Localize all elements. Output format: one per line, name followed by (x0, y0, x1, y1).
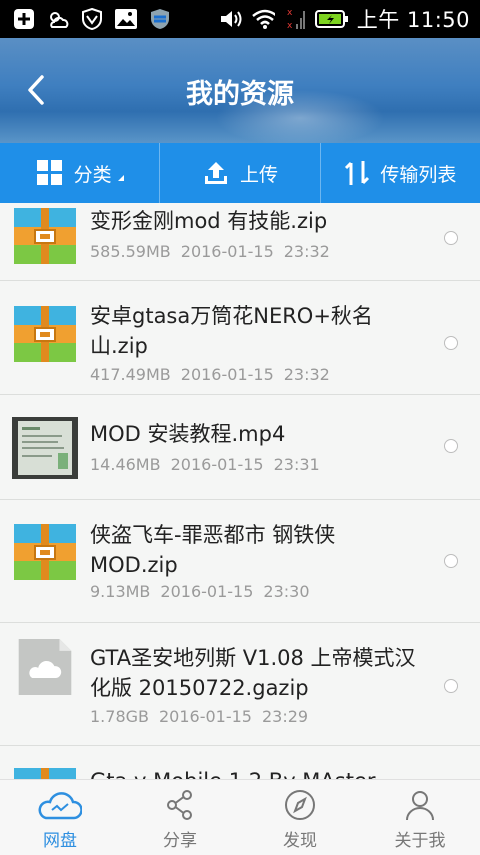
file-item[interactable]: GTA圣安地列斯 V1.08 上帝模式汉化版 20150722.gazip 1.… (0, 623, 480, 746)
file-meta: 14.46MB 2016-01-15 23:31 (90, 455, 330, 474)
nav-netdisk[interactable]: 网盘 (0, 780, 120, 855)
file-time: 23:32 (283, 365, 330, 384)
upload-icon (204, 162, 227, 184)
nav-about-me[interactable]: 关于我 (360, 780, 480, 855)
select-radio[interactable] (444, 439, 458, 453)
security-app-icon (148, 7, 172, 31)
file-name: 侠盗飞车-罪恶都市 钢铁侠MOD.zip (90, 523, 336, 577)
bottom-navigation: 网盘 分享 发现 关于我 (0, 779, 480, 855)
header-bar: 我的资源 (0, 38, 480, 143)
file-size: 585.59MB (90, 242, 171, 261)
status-bar: xx 上午 11:50 (0, 0, 480, 38)
file-meta: 417.49MB 2016-01-15 23:32 (90, 365, 340, 384)
battery-icon (314, 7, 349, 31)
vpn-shield-icon (80, 7, 104, 31)
file-name: 安卓gtasa万筒花NERO+秋名山.zip (90, 304, 373, 358)
transfer-icon (345, 161, 370, 185)
upload-label: 上传 (239, 163, 278, 186)
wifi-icon (251, 7, 275, 31)
person-icon (406, 791, 434, 821)
file-item[interactable]: 变形金刚mod 有技能.zip 585.59MB 2016-01-15 23:32 (0, 203, 480, 281)
file-list: 变形金刚mod 有技能.zip 585.59MB 2016-01-15 23:32 … (0, 203, 480, 779)
file-size: 417.49MB (90, 365, 171, 384)
file-time: 23:31 (273, 455, 320, 474)
share-icon (167, 790, 192, 820)
zip-file-icon (14, 524, 76, 580)
page-title: 我的资源 (186, 79, 294, 110)
file-date: 2016-01-15 (180, 365, 274, 384)
transfer-list-label: 传输列表 (380, 163, 457, 186)
file-name: 变形金刚mod 有技能.zip (90, 209, 328, 233)
clock: 上午 11:50 (356, 8, 470, 32)
zip-file-icon (14, 306, 76, 362)
compass-icon (285, 790, 315, 820)
volume-icon (219, 7, 243, 31)
select-radio[interactable] (444, 554, 458, 568)
file-date: 2016-01-15 (160, 582, 254, 601)
file-time: 23:30 (263, 582, 310, 601)
nav-share[interactable]: 分享 (120, 780, 240, 855)
cloud-file-icon (18, 639, 72, 695)
dropdown-caret-icon (117, 175, 124, 181)
file-name: GTA圣安地列斯 V1.08 上帝模式汉化版 20150722.gazip (90, 646, 416, 700)
image-icon (114, 7, 138, 31)
no-signal-icon: xx (283, 7, 307, 31)
file-meta: 9.13MB 2016-01-15 23:30 (90, 582, 320, 601)
transfer-list-button[interactable]: 传输列表 (321, 143, 480, 203)
file-item[interactable]: 安卓gtasa万筒花NERO+秋名山.zip 417.49MB 2016-01-1… (0, 281, 480, 395)
file-size: 9.13MB (90, 582, 151, 601)
file-size: 14.46MB (90, 455, 161, 474)
file-item[interactable]: Gta v Mobile 1.2 By MAster (0, 746, 480, 779)
nav-label: 分享 (163, 831, 197, 851)
action-toolbar: 分类 上传 传输列表 (0, 143, 480, 203)
svg-text:x: x (287, 8, 293, 18)
select-radio[interactable] (444, 231, 458, 245)
zip-file-icon (14, 768, 76, 779)
file-name: MOD 安装教程.mp4 (90, 422, 286, 446)
grid-icon (36, 160, 62, 185)
file-name: Gta v Mobile 1.2 By MAster (90, 766, 430, 779)
category-label: 分类 (73, 163, 112, 186)
file-time: 23:32 (283, 242, 330, 261)
nav-label: 发现 (283, 831, 317, 851)
cloud-icon (38, 792, 82, 820)
weather-icon (46, 7, 70, 31)
file-meta: 1.78GB 2016-01-15 23:29 (90, 707, 318, 726)
select-radio[interactable] (444, 336, 458, 350)
file-item[interactable]: MOD 安装教程.mp4 14.46MB 2016-01-15 23:31 (0, 395, 480, 500)
file-date: 2016-01-15 (180, 242, 274, 261)
nav-label: 网盘 (43, 831, 77, 851)
file-date: 2016-01-15 (170, 455, 264, 474)
category-button[interactable]: 分类 (0, 143, 161, 203)
file-date: 2016-01-15 (159, 707, 252, 726)
zip-file-icon (14, 208, 76, 264)
file-size: 1.78GB (90, 707, 149, 726)
file-item[interactable]: 侠盗飞车-罪恶都市 钢铁侠MOD.zip 9.13MB 2016-01-15 23:… (0, 500, 480, 623)
upload-button[interactable]: 上传 (160, 143, 321, 203)
video-thumbnail (12, 417, 78, 479)
nav-label: 关于我 (394, 831, 446, 851)
file-meta: 585.59MB 2016-01-15 23:32 (90, 242, 340, 261)
select-radio[interactable] (444, 679, 458, 693)
svg-text:x: x (287, 21, 293, 31)
nav-discover[interactable]: 发现 (240, 780, 360, 855)
file-time: 23:29 (261, 707, 309, 726)
add-notification-icon (12, 7, 36, 31)
